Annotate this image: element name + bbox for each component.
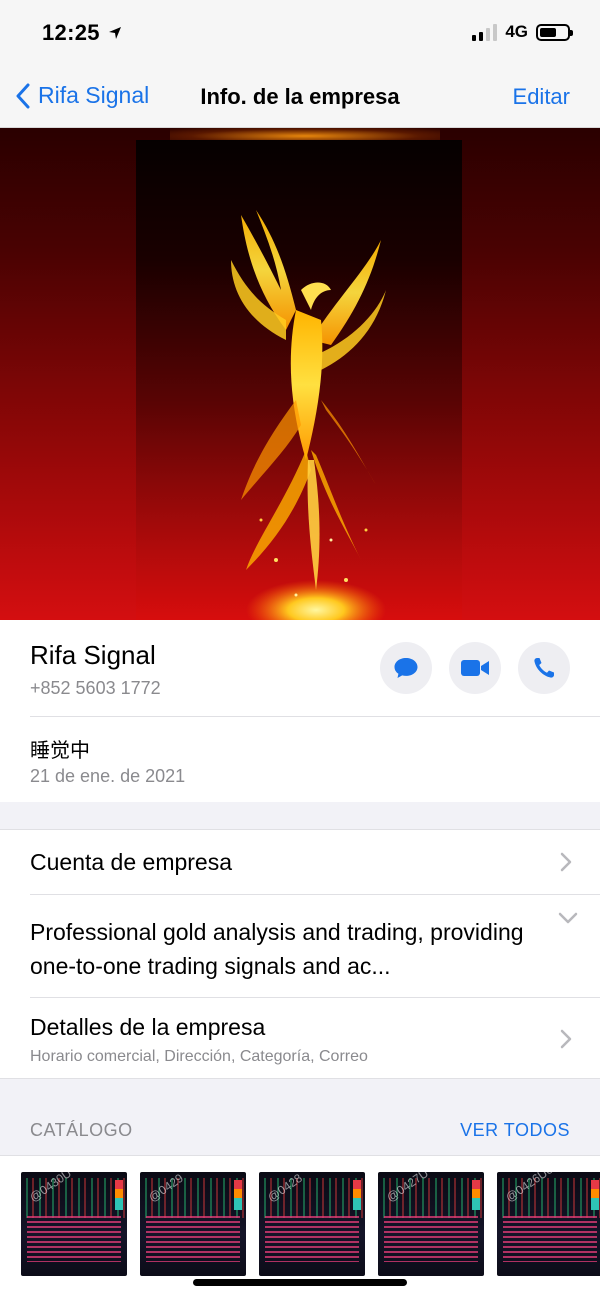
- business-info-card: Cuenta de empresa Professional gold anal…: [0, 829, 600, 1079]
- chevron-right-icon: [560, 852, 572, 872]
- business-details-row[interactable]: Detalles de la empresa Horario comercial…: [0, 998, 600, 1080]
- navigation-bar: Rifa Signal Info. de la empresa Editar: [0, 66, 600, 128]
- message-button[interactable]: [380, 642, 432, 694]
- status-time: 12:25: [42, 20, 122, 46]
- clock-text: 12:25: [42, 20, 100, 45]
- cover-image[interactable]: [0, 128, 600, 620]
- see-all-button[interactable]: VER TODOS: [460, 1120, 570, 1141]
- status-indicators: 4G: [472, 22, 573, 42]
- business-description-row[interactable]: Professional gold analysis and trading, …: [0, 895, 600, 997]
- page-title: Info. de la empresa: [200, 84, 400, 109]
- catalog-item[interactable]: @0427U: [378, 1172, 484, 1276]
- catalog-item[interactable]: @0428: [259, 1172, 365, 1276]
- status-bar: 12:25 4G: [0, 0, 600, 66]
- catalog-title: CATÁLOGO: [30, 1120, 133, 1140]
- edit-button[interactable]: Editar: [513, 84, 570, 110]
- chevron-down-icon[interactable]: [558, 912, 578, 924]
- business-details-label: Detalles de la empresa: [30, 1014, 266, 1040]
- phoenix-image: [136, 140, 462, 620]
- signal-icon: [472, 23, 498, 41]
- network-type: 4G: [505, 22, 528, 41]
- video-icon: [461, 660, 489, 676]
- contact-phone[interactable]: +852 5603 1772: [30, 678, 161, 699]
- video-call-button[interactable]: [449, 642, 501, 694]
- catalog-item[interactable]: @0429: [140, 1172, 246, 1276]
- chevron-right-icon: [560, 1029, 572, 1049]
- battery-icon: [536, 23, 573, 41]
- home-indicator[interactable]: [193, 1279, 407, 1286]
- business-details-sub: Horario comercial, Dirección, Categoría,…: [30, 1048, 368, 1065]
- contact-name: Rifa Signal: [30, 640, 156, 670]
- business-account-row[interactable]: Cuenta de empresa: [0, 830, 600, 894]
- phoenix-icon: [231, 210, 386, 620]
- catalog-item[interactable]: @0426Ueew: [497, 1172, 600, 1276]
- about-date: 21 de ene. de 2021: [30, 766, 186, 786]
- about-status: 睡觉中: [30, 738, 90, 762]
- catalog-strip: @0430U @0429 @0428 @0427U @0426Ueew: [0, 1155, 600, 1299]
- catalog-item[interactable]: @0430U: [21, 1172, 127, 1276]
- business-account-label: Cuenta de empresa: [30, 849, 233, 875]
- location-arrow-icon: [109, 27, 122, 39]
- business-description: Professional gold analysis and trading, …: [30, 919, 524, 979]
- phone-icon: [534, 658, 554, 678]
- catalog-header: CATÁLOGO VER TODOS: [30, 1120, 570, 1144]
- profile-divider: [30, 716, 600, 717]
- voice-call-button[interactable]: [518, 642, 570, 694]
- profile-card: Rifa Signal +852 5603 1772 睡觉中 21 de ene…: [0, 620, 600, 802]
- message-icon: [394, 658, 418, 678]
